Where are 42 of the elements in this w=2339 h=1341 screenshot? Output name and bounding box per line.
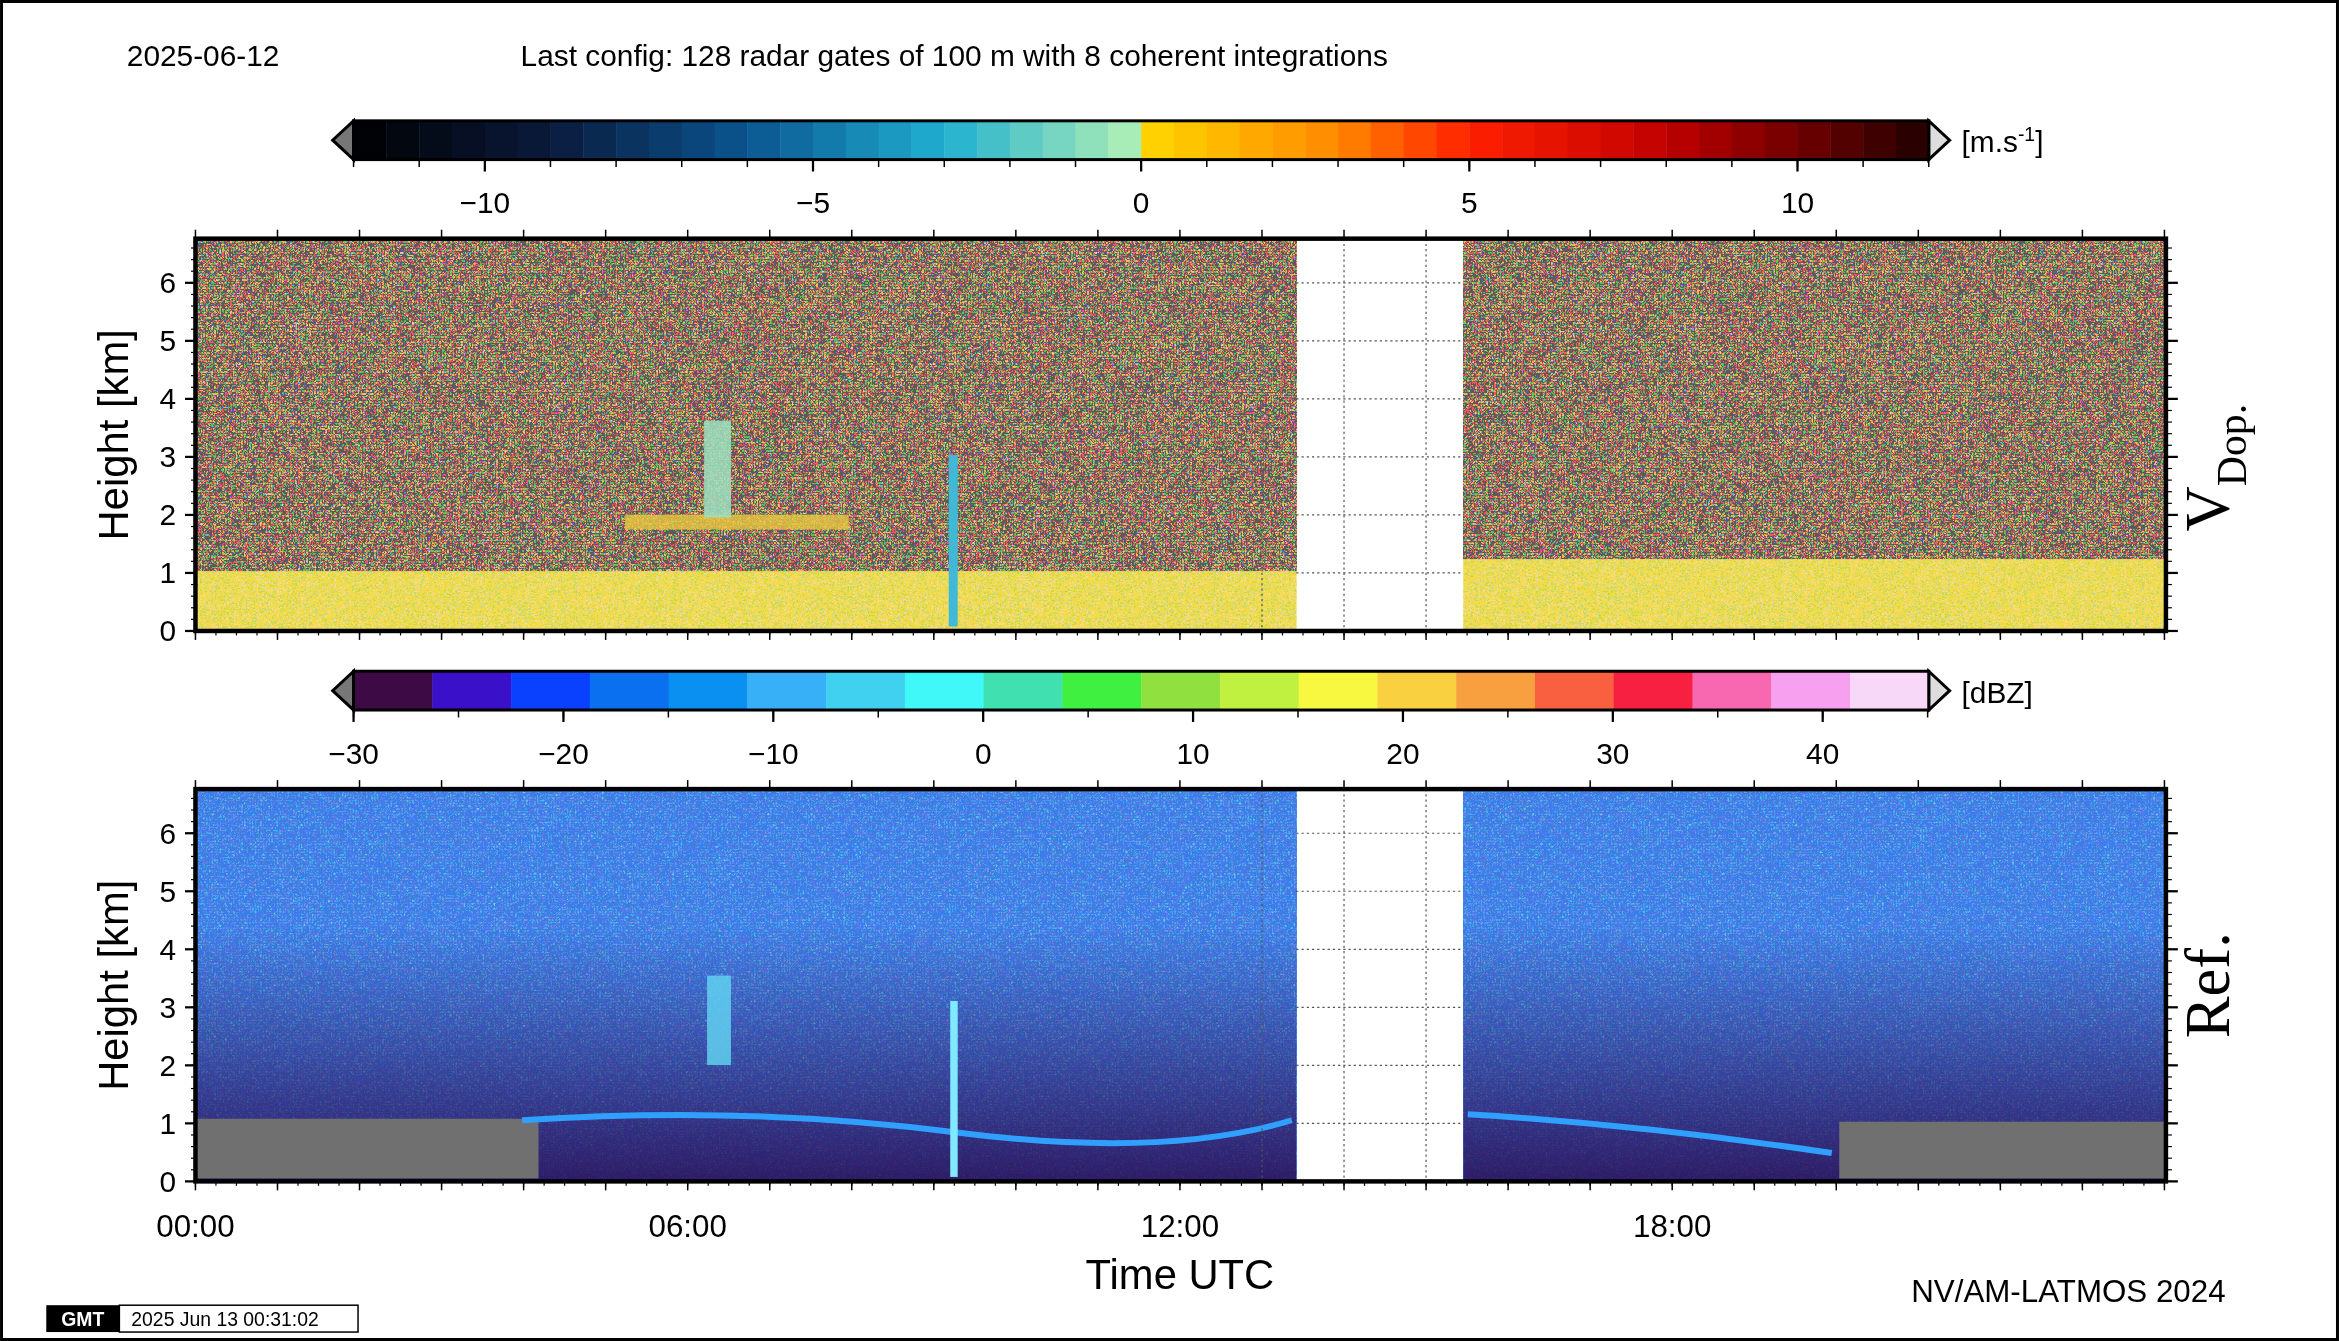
config-text: Last config: 128 radar gates of 100 m with 8 coherent integrations	[520, 38, 1388, 72]
y-tick-label: 3	[159, 440, 177, 474]
colorbar-tick-label: −5	[796, 186, 830, 220]
y-tick-label: 0	[159, 1164, 177, 1198]
y-tick-label: 4	[159, 382, 177, 416]
date-label: 2025-06-12	[126, 38, 280, 72]
y-tick-label: 1	[159, 556, 177, 590]
y-axis-label: Height [km]	[90, 879, 138, 1091]
colorbar-tick-label: 30	[1596, 736, 1630, 770]
gmt-logo: GMT	[46, 1305, 120, 1333]
y-tick-label: 2	[159, 1048, 177, 1082]
credit-text: NV/AM-LATMOS 2024	[1911, 1274, 2226, 1310]
y-tick-label: 4	[159, 932, 177, 966]
colorbar-tick-label: −20	[538, 736, 589, 770]
y-tick-label: 6	[159, 816, 177, 850]
x-axis-label: Time UTC	[1085, 1250, 1275, 1298]
colorbar-tick-label: 5	[1461, 186, 1478, 220]
y-axis-label: Height [km]	[90, 329, 138, 541]
y-tick-label: 3	[159, 990, 177, 1024]
colorbar-tick-label: 20	[1386, 736, 1420, 770]
x-tick-label: 12:00	[1140, 1208, 1220, 1244]
colorbar-tick-label: 0	[1132, 186, 1150, 220]
y-tick-label: 1	[159, 1106, 177, 1140]
y-tick-label: 5	[159, 874, 177, 908]
colorbar-tick-label: −30	[328, 736, 379, 770]
panel-title: Ref.	[2172, 932, 2243, 1039]
timestamp-text: 2025 Jun 13 00:31:02	[131, 1308, 319, 1331]
x-tick-label: 00:00	[156, 1208, 235, 1244]
y-tick-label: 2	[159, 498, 177, 532]
colorbar-unit: [m.s$^{-1}$]	[1961, 123, 2044, 159]
colorbar-tick-label: 10	[1780, 186, 1815, 220]
colorbar-unit: [dBZ]	[1961, 675, 2033, 709]
colorbar-tick-label: 40	[1806, 736, 1840, 770]
colorbar-tick-label: −10	[459, 186, 511, 220]
y-tick-label: 6	[159, 266, 177, 300]
y-tick-label: 0	[159, 614, 177, 648]
y-tick-label: 5	[159, 324, 177, 358]
colorbar-tick-label: 0	[974, 736, 992, 770]
x-tick-label: 18:00	[1633, 1208, 1712, 1244]
colorbar-tick-label: 10	[1176, 736, 1210, 770]
colorbar-tick-label: −10	[748, 736, 799, 770]
x-tick-label: 06:00	[648, 1208, 727, 1244]
